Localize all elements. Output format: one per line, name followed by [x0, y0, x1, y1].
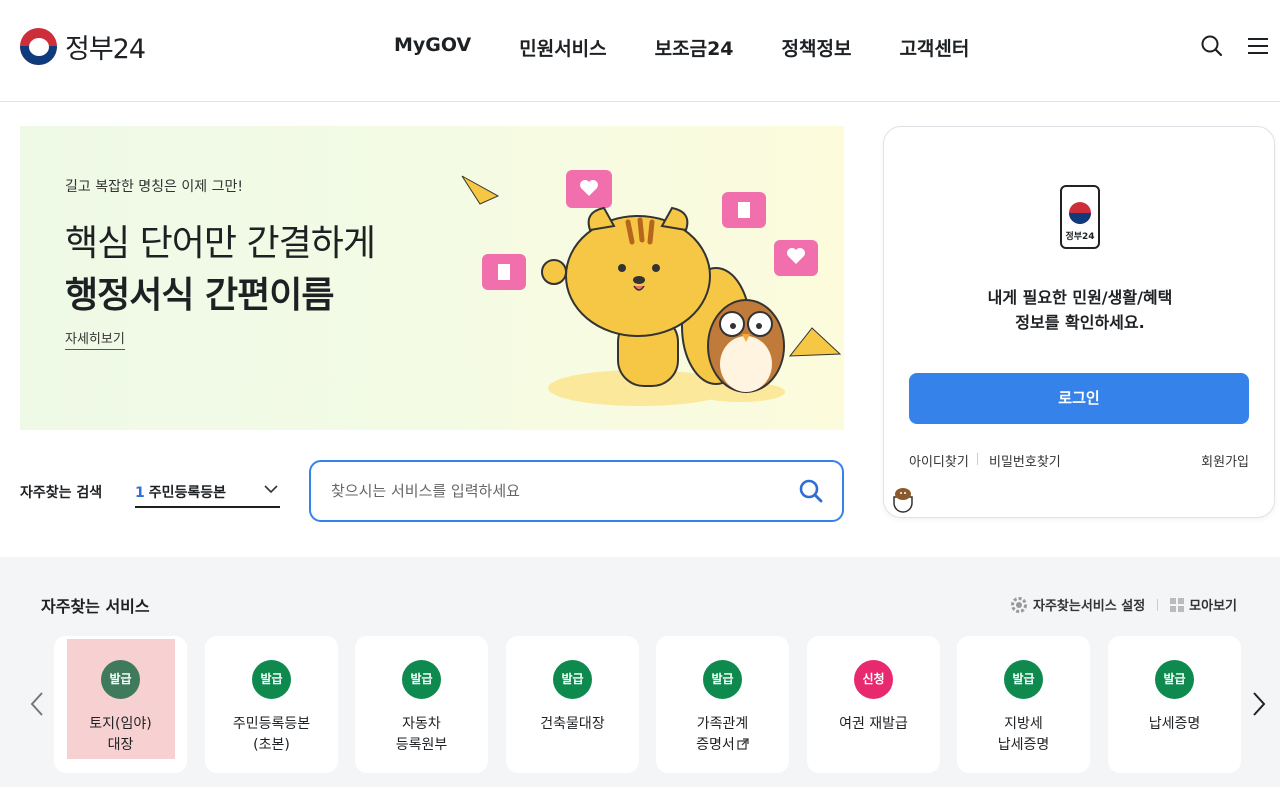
service-label: 주민등록등본 (초본): [232, 716, 311, 753]
service-card-land-ledger[interactable]: 발급 토지(임야) 대장: [54, 636, 187, 773]
find-password-link[interactable]: 비밀번호찾기: [989, 451, 1061, 470]
issue-badge: 발급: [402, 660, 441, 699]
site-header: 정부24 MyGOV 민원서비스 보조금24 정책정보 고객센터: [0, 0, 1280, 102]
login-message-line1: 내게 필요한 민원/생활/혜택: [987, 288, 1173, 307]
menu-icon[interactable]: [1246, 34, 1270, 58]
service-label: 납세증명: [1148, 716, 1201, 732]
grid-icon: [1170, 597, 1185, 612]
services-title: 자주찾는 서비스: [41, 597, 150, 616]
nav-customer-center[interactable]: 고객센터: [875, 34, 993, 61]
issue-badge: 발급: [703, 660, 742, 699]
service-card-tax-certificate[interactable]: 발급 납세증명: [1108, 636, 1241, 773]
issue-badge: 발급: [1155, 660, 1194, 699]
external-link-icon: [737, 738, 749, 750]
main-nav: MyGOV 민원서비스 보조금24 정책정보 고객센터: [370, 34, 993, 61]
site-logo[interactable]: 정부24: [20, 27, 146, 66]
promo-banner[interactable]: 길고 복잡한 명칭은 이제 그만! 핵심 단어만 간결하게 행정서식 간편이름 …: [20, 126, 844, 430]
login-message-line2: 정보를 확인하세요.: [1015, 313, 1145, 332]
nav-civil-service[interactable]: 민원서비스: [495, 34, 630, 61]
taeguk-logo-icon: [20, 28, 57, 65]
chevron-down-icon: [264, 485, 278, 494]
services-tools: 자주찾는서비스 설정 모아보기: [1010, 595, 1237, 614]
coffee-cup-icon[interactable]: [886, 481, 922, 517]
chevron-right-icon[interactable]: [1250, 691, 1268, 717]
banner-title-line2: 행정서식 간편이름: [65, 275, 334, 316]
issue-badge: 발급: [101, 660, 140, 699]
service-label: 건축물대장: [540, 716, 605, 732]
logo-text: 정부24: [65, 34, 146, 65]
service-card-passport-reissue[interactable]: 신청 여권 재발급: [807, 636, 940, 773]
frequent-services-section: 자주찾는 서비스 자주찾는서비스 설정 모아보기 발급 토지(임야) 대장 발급…: [0, 557, 1280, 787]
mascot-illustration: [461, 170, 842, 406]
gear-icon: [1010, 596, 1027, 613]
search-icon[interactable]: [1200, 34, 1224, 58]
tools-divider: [1157, 598, 1159, 611]
frequent-search-label: 자주찾는 검색: [20, 485, 103, 501]
link-divider: [977, 453, 978, 465]
nav-subsidy24[interactable]: 보조금24: [631, 34, 758, 61]
service-card-building-ledger[interactable]: 발급 건축물대장: [506, 636, 639, 773]
search-submit-icon[interactable]: [798, 478, 824, 504]
find-id-link[interactable]: 아이디찾기: [909, 451, 969, 470]
login-message: 내게 필요한 민원/생활/혜택 정보를 확인하세요.: [884, 285, 1276, 335]
signup-link[interactable]: 회원가입: [1201, 451, 1249, 470]
view-all-label: 모아보기: [1189, 599, 1237, 614]
chevron-left-icon[interactable]: [28, 691, 46, 717]
service-label: 자동차 등록원부: [395, 716, 448, 753]
view-all-button[interactable]: 모아보기: [1170, 595, 1237, 614]
issue-badge: 발급: [252, 660, 291, 699]
service-card-vehicle-registry[interactable]: 발급 자동차 등록원부: [355, 636, 488, 773]
login-panel: 정부24 내게 필요한 민원/생활/혜택 정보를 확인하세요. 로그인 아이디찾…: [883, 126, 1275, 518]
service-card-local-tax-certificate[interactable]: 발급 지방세 납세증명: [957, 636, 1090, 773]
banner-title-line1: 핵심 단어만 간결하게: [65, 223, 376, 264]
frequent-search-select[interactable]: 1 주민등록등본: [135, 474, 280, 508]
apply-badge: 신청: [854, 660, 893, 699]
login-button[interactable]: 로그인: [909, 373, 1249, 424]
settings-label: 자주찾는서비스 설정: [1032, 599, 1146, 614]
issue-badge: 발급: [1004, 660, 1043, 699]
issue-badge: 발급: [553, 660, 592, 699]
service-cards: 발급 토지(임야) 대장 발급 주민등록등본 (초본) 발급 자동차 등록원부 …: [54, 636, 1242, 773]
selected-keyword: 주민등록등본: [148, 485, 227, 501]
rank-number: 1: [135, 485, 145, 501]
service-card-resident-registration[interactable]: 발급 주민등록등본 (초본): [205, 636, 338, 773]
header-icons: [1200, 34, 1270, 58]
service-search-input[interactable]: [331, 478, 771, 504]
mobile-phone-icon: 정부24: [1060, 185, 1100, 249]
banner-more-link[interactable]: 자세히보기: [65, 328, 125, 350]
service-label: 여권 재발급: [839, 716, 908, 732]
banner-subtitle: 길고 복잡한 명칭은 이제 그만!: [65, 179, 243, 195]
service-card-family-certificate[interactable]: 발급 가족관계 증명서: [656, 636, 789, 773]
service-label: 토지(임야) 대장: [89, 716, 152, 753]
service-label: 가족관계 증명서: [696, 716, 749, 753]
nav-policy-info[interactable]: 정책정보: [758, 34, 876, 61]
services-settings-button[interactable]: 자주찾는서비스 설정: [1010, 595, 1145, 614]
service-search-box: [309, 460, 844, 522]
service-label: 지방세 납세증명: [997, 716, 1050, 753]
nav-mygov[interactable]: MyGOV: [370, 34, 495, 61]
phone-label: 정부24: [1065, 232, 1095, 242]
